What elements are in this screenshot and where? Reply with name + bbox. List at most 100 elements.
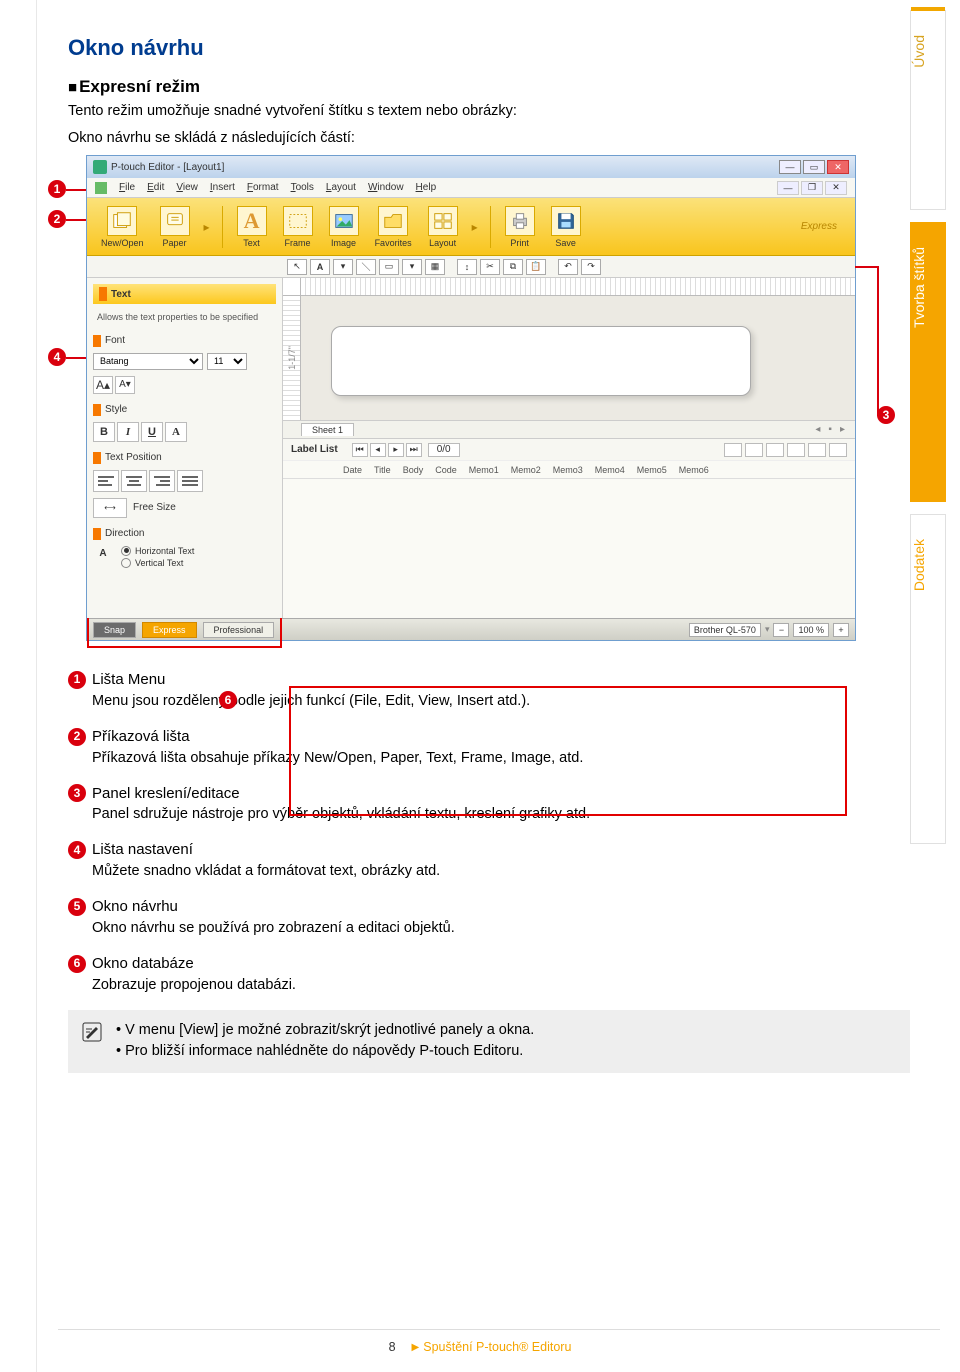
size-preset-button[interactable]: ⟷ <box>93 498 127 518</box>
canvas-area: 1-1/7" Sheet 1 ◂▪▸ Label List ⏮ ◂ ▸ ⏭ <box>283 278 855 618</box>
record-counter: 0/0 <box>428 443 460 457</box>
tb-newopen[interactable]: New/Open <box>97 204 148 250</box>
last-icon[interactable]: ⏭ <box>406 443 422 457</box>
copy-icon[interactable]: ⧉ <box>503 259 523 275</box>
database-panel[interactable] <box>283 478 855 618</box>
view-list-icon[interactable] <box>808 443 826 457</box>
menu-edit[interactable]: Edit <box>147 182 164 193</box>
panel-subtitle: Allows the text properties to be specifi… <box>93 310 276 325</box>
doc-minimize-button[interactable]: — <box>777 181 799 195</box>
callout-line <box>855 266 879 268</box>
paste-icon[interactable]: 📋 <box>526 259 546 275</box>
font-size-select[interactable]: 11 <box>207 353 247 370</box>
db-field[interactable]: Date <box>343 465 362 475</box>
label-object[interactable] <box>331 326 751 396</box>
align-tool[interactable]: ↕ <box>457 259 477 275</box>
chevron-icon[interactable]: ▸ <box>470 220 480 234</box>
db-field[interactable]: Memo3 <box>553 465 583 475</box>
sort-desc-icon[interactable] <box>787 443 805 457</box>
align-left-button[interactable] <box>93 470 119 492</box>
intro-line-2: Okno návrhu se skládá z následujících čá… <box>68 128 910 149</box>
font-bigger-button[interactable]: A▴ <box>93 376 113 394</box>
line-tool[interactable]: ＼ <box>356 259 376 275</box>
menu-format[interactable]: Format <box>247 182 279 193</box>
side-tab-dodatek[interactable]: Dodatek <box>910 514 946 844</box>
maximize-button[interactable]: ▭ <box>803 160 825 174</box>
tb-print[interactable]: Print <box>501 204 539 250</box>
design-canvas[interactable] <box>301 296 855 420</box>
titlebar: P-touch Editor - [Layout1] — ▭ ✕ <box>87 156 855 178</box>
align-center-button[interactable] <box>121 470 147 492</box>
zoom-value[interactable]: 100 % <box>793 623 829 637</box>
intro-line-1: Tento režim umožňuje snadné vytvoření št… <box>68 101 910 122</box>
printer-select[interactable]: Brother QL-570 <box>689 623 761 637</box>
db-field[interactable]: Memo6 <box>679 465 709 475</box>
align-justify-button[interactable] <box>177 470 203 492</box>
text-tool[interactable]: A <box>310 259 330 275</box>
chevron-icon[interactable]: ▸ <box>202 220 212 234</box>
db-field[interactable]: Memo1 <box>469 465 499 475</box>
first-icon[interactable]: ⏮ <box>352 443 368 457</box>
db-field[interactable]: Title <box>374 465 391 475</box>
bold-button[interactable]: B <box>93 422 115 442</box>
italic-button[interactable]: I <box>117 422 139 442</box>
align-right-button[interactable] <box>149 470 175 492</box>
cursor-tool[interactable]: ↖ <box>287 259 307 275</box>
db-field[interactable]: Memo4 <box>595 465 625 475</box>
tb-save[interactable]: Save <box>547 204 585 250</box>
grid-tool[interactable]: ▦ <box>425 259 445 275</box>
close-button[interactable]: ✕ <box>827 160 849 174</box>
workspace: Text Allows the text properties to be sp… <box>87 278 855 618</box>
menu-view[interactable]: View <box>176 182 198 193</box>
tb-text[interactable]: AText <box>233 204 271 250</box>
effects-button[interactable]: A <box>165 422 187 442</box>
page-title: Okno návrhu <box>68 35 910 61</box>
undo-icon[interactable]: ↶ <box>558 259 578 275</box>
db-field[interactable]: Memo2 <box>511 465 541 475</box>
prev-icon[interactable]: ◂ <box>370 443 386 457</box>
search-icon[interactable] <box>724 443 742 457</box>
horizontal-text-radio[interactable]: Horizontal Text <box>121 546 194 556</box>
ruler-horizontal <box>283 278 855 296</box>
cut-icon[interactable]: ✂ <box>480 259 500 275</box>
menu-layout[interactable]: Layout <box>326 182 356 193</box>
db-field[interactable]: Body <box>403 465 424 475</box>
doc-restore-button[interactable]: ❐ <box>801 181 823 195</box>
tb-image[interactable]: Image <box>325 204 363 250</box>
side-tab-uvod[interactable]: Úvod <box>910 10 946 210</box>
sort-asc-icon[interactable] <box>766 443 784 457</box>
db-field[interactable]: Memo5 <box>637 465 667 475</box>
next-icon[interactable]: ▸ <box>388 443 404 457</box>
underline-button[interactable]: U <box>141 422 163 442</box>
rect-tool[interactable]: ▭ <box>379 259 399 275</box>
side-tab-tvorba[interactable]: Tvorba štítků <box>910 222 946 502</box>
sheet-tab[interactable]: Sheet 1 <box>301 423 354 436</box>
tb-paper[interactable]: Paper <box>156 204 194 250</box>
menu-insert[interactable]: Insert <box>210 182 235 193</box>
scroll-left-icon[interactable]: ◂ <box>815 424 820 435</box>
db-field[interactable]: Code <box>435 465 457 475</box>
filter-icon[interactable] <box>745 443 763 457</box>
scroll-thumb[interactable]: ▪ <box>828 424 832 435</box>
vertical-text-radio[interactable]: Vertical Text <box>121 558 194 568</box>
tb-frame[interactable]: Frame <box>279 204 317 250</box>
tb-layout[interactable]: Layout <box>424 204 462 250</box>
doc-close-button[interactable]: ✕ <box>825 181 847 195</box>
menu-tools[interactable]: Tools <box>291 182 314 193</box>
redo-icon[interactable]: ↷ <box>581 259 601 275</box>
scroll-right-icon[interactable]: ▸ <box>840 424 845 435</box>
menu-file[interactable]: File <box>119 182 135 193</box>
view-grid-icon[interactable] <box>829 443 847 457</box>
zoom-in-button[interactable]: + <box>833 623 849 637</box>
font-smaller-button[interactable]: A▾ <box>115 376 135 394</box>
menu-window[interactable]: Window <box>368 182 404 193</box>
page-number: 8 <box>389 1340 396 1354</box>
callout-line <box>877 266 879 416</box>
zoom-out-button[interactable]: − <box>773 623 789 637</box>
minimize-button[interactable]: — <box>779 160 801 174</box>
dropdown-icon[interactable]: ▾ <box>402 259 422 275</box>
menu-help[interactable]: Help <box>416 182 437 193</box>
tb-favorites[interactable]: Favorites <box>371 204 416 250</box>
font-family-select[interactable]: Batang <box>93 353 203 370</box>
dropdown-icon[interactable]: ▾ <box>333 259 353 275</box>
